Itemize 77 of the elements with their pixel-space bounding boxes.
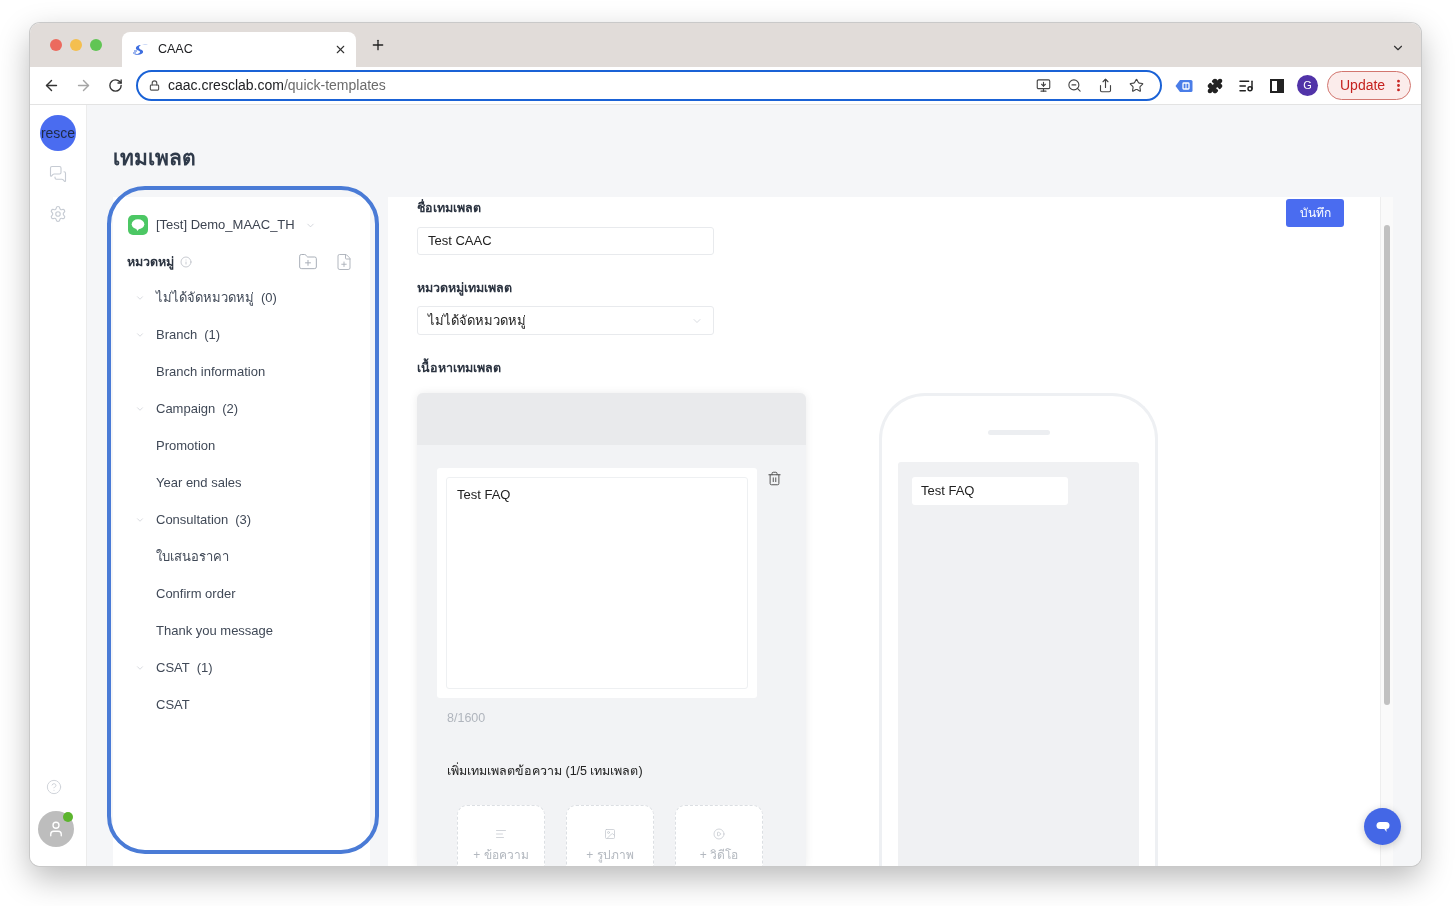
template-item[interactable]: Year end sales (113, 464, 370, 501)
profile-avatar[interactable]: G (1297, 75, 1318, 96)
field-label: เนื้อหาเทมเพลต (417, 360, 501, 377)
category-item[interactable]: Consultation (3) (113, 501, 370, 538)
char-count: 8/1600 (447, 710, 486, 727)
install-icon[interactable] (1036, 78, 1051, 93)
reload-icon[interactable] (107, 78, 123, 93)
text-lines-icon (495, 828, 507, 840)
template-name: Promotion (156, 436, 216, 455)
category-item[interactable]: Campaign (2) (113, 390, 370, 427)
category-heading: หมวดหมู่ (127, 253, 174, 272)
trash-icon[interactable] (767, 471, 782, 486)
category-name: Consultation (156, 510, 229, 529)
category-count: (0) (261, 288, 277, 307)
save-button[interactable]: บันทึก (1286, 199, 1344, 227)
bookmark-star-icon[interactable] (1129, 78, 1144, 93)
side-panel-icon[interactable] (1269, 78, 1284, 93)
template-name: Year end sales (156, 473, 242, 492)
category-item[interactable]: ไม่ได้จัดหมวดหมู่ (0) (113, 279, 370, 316)
category-count: (2) (222, 399, 239, 418)
new-tab-icon[interactable] (370, 37, 386, 53)
category-count: (1) (196, 658, 213, 677)
info-icon[interactable] (180, 256, 192, 268)
url-text: caac.cresclab.com/quick-templates (168, 76, 386, 95)
add-folder-icon[interactable] (298, 252, 318, 272)
browser-tab[interactable]: CAAC (122, 32, 356, 67)
template-item[interactable]: CSAT (113, 686, 370, 723)
chat-app-icon (128, 215, 148, 235)
chat-bubble-icon (1375, 820, 1390, 833)
tag-icon[interactable] (1174, 78, 1193, 93)
chat-icon[interactable] (49, 165, 67, 183)
update-button[interactable]: Update (1327, 71, 1411, 100)
minimize-window-icon[interactable] (70, 39, 82, 51)
template-name: ใบเสนอราคา (156, 547, 229, 566)
category-name: Branch (156, 325, 198, 344)
category-select[interactable]: ไม่ได้จัดหมวดหมู่ (417, 306, 714, 335)
template-name: Branch information (156, 362, 266, 381)
template-name: CSAT (156, 695, 190, 714)
zoom-out-icon[interactable] (1067, 78, 1082, 93)
category-count: (1) (204, 325, 221, 344)
add-template-heading: เพิ่มเทมเพลตข้อความ (1/5 เทมเพลต) (447, 763, 643, 780)
settings-icon[interactable] (49, 205, 67, 223)
template-item[interactable]: Promotion (113, 427, 370, 464)
extensions-icon[interactable] (1206, 77, 1223, 94)
category-item[interactable]: CSAT (1) (113, 649, 370, 686)
close-window-icon[interactable] (50, 39, 62, 51)
close-icon[interactable] (334, 43, 347, 56)
message-textarea[interactable]: Test FAQ (446, 477, 748, 689)
image-icon (604, 828, 616, 840)
category-name: CSAT (156, 658, 190, 677)
template-name: Confirm order (156, 584, 236, 603)
scrollbar-thumb[interactable] (1384, 225, 1390, 705)
maximize-window-icon[interactable] (90, 39, 102, 51)
page-title: เทมเพลต (113, 145, 196, 171)
lock-icon (149, 80, 160, 91)
category-name: ไม่ได้จัดหมวดหมู่ (156, 288, 254, 308)
category-count: (3) (235, 510, 252, 529)
tab-title: CAAC (158, 41, 194, 59)
category-name: Campaign (156, 399, 216, 418)
user-avatar[interactable] (38, 811, 74, 847)
account-selector[interactable]: [Test] Demo_MAAC_TH (128, 215, 316, 235)
field-label: ชื่อเทมเพลต (417, 200, 481, 217)
message-bubble: Test FAQ (912, 477, 1068, 505)
user-icon (47, 820, 65, 838)
category-item[interactable]: Branch (1) (113, 316, 370, 353)
template-item[interactable]: Thank you message (113, 612, 370, 649)
play-icon (713, 828, 725, 840)
add-file-icon[interactable] (335, 253, 353, 271)
template-item[interactable]: Confirm order (113, 575, 370, 612)
address-bar[interactable]: caac.cresclab.com/quick-templates (136, 70, 1162, 101)
help-icon[interactable] (46, 779, 62, 795)
template-name: Thank you message (156, 621, 274, 640)
share-icon[interactable] (1098, 78, 1113, 93)
name-input[interactable]: Test CAAC (417, 227, 714, 255)
template-item[interactable]: Branch information (113, 353, 370, 390)
template-item[interactable]: ใบเสนอราคา (113, 538, 370, 575)
field-label: หมวดหมู่เทมเพลต (417, 280, 512, 297)
